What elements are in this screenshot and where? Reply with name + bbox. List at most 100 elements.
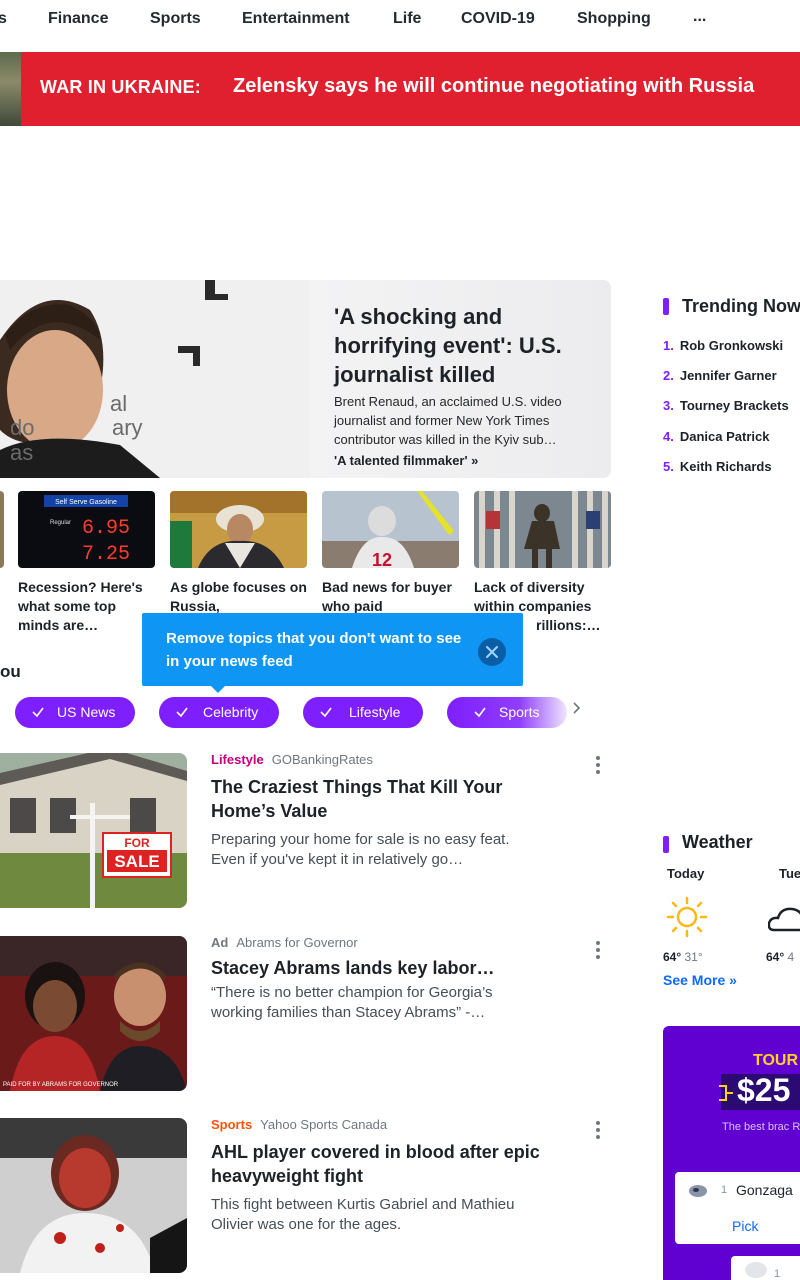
thumb-image-football[interactable]: 12 (322, 491, 459, 568)
trending-item[interactable]: 2. Jennifer Garner (663, 368, 777, 383)
tooltip-text: Remove topics that you don't want to see… (166, 630, 462, 670)
pill-label: Sports (499, 704, 540, 720)
hero-image[interactable]: al do ary as (0, 280, 310, 478)
nav-item-shopping[interactable]: Shopping (577, 10, 651, 28)
trending-item[interactable]: 4. Danica Patrick (663, 429, 769, 444)
pills-next-button[interactable] (571, 700, 583, 721)
thumb-image-fearless-girl[interactable] (474, 491, 611, 568)
banner-thumbnail[interactable] (0, 52, 21, 126)
bulldog-icon (689, 1185, 707, 1197)
trending-item-label: Keith Richards (679, 459, 772, 474)
stream-image-abrams[interactable]: PAID FOR BY ABRAMS FOR GOVERNOR (0, 936, 187, 1091)
stream-description: This fight between Kurtis Gabriel and Ma… (211, 1196, 515, 1233)
hero-story[interactable]: al do ary as 'A shocking and horrifying e… (0, 280, 611, 478)
gas-price-1: 6.95 (82, 517, 130, 540)
hero-text-panel: 'A shocking and horrifying event': U.S. … (310, 280, 611, 478)
nav-item-sports[interactable]: Sports (150, 10, 201, 28)
pill-label: US News (57, 704, 116, 720)
gas-price-2: 7.25 (82, 543, 130, 566)
stream-title[interactable]: Stacey Abrams lands key labor… (211, 956, 551, 980)
stream-source: Abrams for Governor (236, 935, 358, 950)
promo-next-card[interactable]: 1 (731, 1256, 800, 1280)
banner-headline[interactable]: Zelensky says he will continue negotiati… (233, 75, 754, 98)
svg-text:12: 12 (372, 550, 392, 568)
banner-label: WAR IN UKRAINE: (40, 77, 201, 97)
team-pick-button[interactable]: Pick (732, 1218, 758, 1234)
check-icon (31, 705, 45, 722)
trending-item[interactable]: 1. Rob Gronkowski (663, 338, 783, 353)
topic-pill-celebrity[interactable]: Celebrity (159, 697, 279, 728)
stream-meta: Lifestyle GOBankingRates (211, 752, 373, 767)
topic-pill-lifestyle[interactable]: Lifestyle (303, 697, 423, 728)
nav-item-covid[interactable]: COVID-19 (461, 10, 535, 28)
for-you-heading: ou (0, 662, 21, 681)
more-options-button[interactable] (592, 939, 604, 961)
check-icon (175, 705, 189, 722)
nav-more-button[interactable]: ... (693, 8, 706, 26)
team-logo-placeholder (745, 1262, 767, 1278)
chevron-right-icon (573, 702, 581, 714)
thumb-caption-recession[interactable]: Recession? Here's what some top minds ar… (18, 578, 158, 635)
more-options-button[interactable] (592, 754, 604, 776)
top-nav: s Finance Sports Entertainment Life COVI… (0, 0, 800, 40)
stream-image-hockey[interactable] (0, 1118, 187, 1273)
trending-accent-bar (663, 298, 669, 315)
weather-day-tue: Tue (779, 866, 800, 881)
thumb-image-gas-prices[interactable]: Self Serve Gasoline Regular 6.95 7.25 (18, 491, 155, 568)
stream-image-house[interactable]: FOR SALE (0, 753, 187, 908)
check-icon (319, 705, 333, 722)
temp-high: 64° (663, 950, 682, 964)
weather-temp-tue: 64° 4 (766, 950, 794, 964)
tooltip-close-button[interactable] (478, 638, 506, 666)
hero-photo: al do ary as (0, 280, 310, 478)
promo-title: TOUR (753, 1052, 799, 1069)
stream-source: GOBankingRates (271, 752, 373, 767)
trending-item-label: Jennifer Garner (679, 368, 777, 383)
thumb-caption-globe[interactable]: As globe focuses on Russia, (170, 578, 310, 616)
check-icon (473, 705, 487, 722)
close-icon (486, 646, 498, 658)
thumb-caption-buyer[interactable]: Bad news for buyer who paid (322, 578, 462, 616)
topic-pill-sports[interactable]: Sports (447, 697, 567, 728)
bracket-icon (719, 1085, 733, 1101)
stream-category[interactable]: Lifestyle (211, 752, 264, 767)
hero-title[interactable]: 'A shocking and horrifying event': U.S. … (334, 302, 599, 389)
weather-see-more-link[interactable]: See More » (663, 972, 737, 988)
promo-subtitle: The best brac R (722, 1121, 800, 1133)
stream-title[interactable]: AHL player covered in blood after epic h… (211, 1140, 551, 1188)
stream-title[interactable]: The Craziest Things That Kill Your Home’… (211, 775, 551, 823)
topics-tooltip: Remove topics that you don't want to see… (142, 613, 523, 686)
thumb-image-saudi-king[interactable] (170, 491, 307, 568)
sign-top-text: FOR (124, 836, 150, 850)
trending-item[interactable]: 5. Keith Richards (663, 459, 772, 474)
more-options-button[interactable] (592, 1119, 604, 1141)
stream-description: “There is no better champion for Georgia… (211, 984, 493, 1021)
image-caption: PAID FOR BY ABRAMS FOR GOVERNOR (3, 1082, 119, 1088)
trending-heading: Trending Now (682, 296, 800, 316)
temp-low: 31° (684, 950, 703, 964)
nav-item-entertainment[interactable]: Entertainment (242, 10, 350, 28)
team-name: Gonzaga (736, 1182, 793, 1198)
stream-category[interactable]: Sports (211, 1117, 252, 1132)
thumb-caption-diversity-tail: rillions:… (536, 617, 601, 633)
topic-pill-us-news[interactable]: US News (15, 697, 135, 728)
promo-team-card[interactable]: 1 Gonzaga Pick (675, 1172, 800, 1244)
gas-sign-regular: Regular (50, 520, 71, 526)
trending-item[interactable]: 3. Tourney Brackets (663, 398, 789, 413)
weather-accent-bar (663, 836, 669, 853)
thumb-caption-diversity[interactable]: Lack of diversity within companies (474, 578, 614, 616)
nav-item-news[interactable]: s (0, 10, 7, 28)
weather-day-today: Today (667, 866, 705, 881)
team-seed: 1 (774, 1268, 781, 1280)
thumb-image-partial[interactable] (0, 491, 4, 568)
nav-item-life[interactable]: Life (393, 10, 421, 28)
breaking-news-banner[interactable]: WAR IN UKRAINE: Zelensky says he will co… (21, 52, 800, 126)
nav-item-finance[interactable]: Finance (48, 10, 108, 28)
weather-heading: Weather (682, 832, 753, 852)
stream-description: Preparing your home for sale is no easy … (211, 831, 510, 868)
stream-source: Yahoo Sports Canada (260, 1117, 388, 1132)
hero-related-link[interactable]: 'A talented filmmaker' » (334, 453, 478, 468)
trending-item-label: Danica Patrick (679, 429, 770, 444)
tourney-promo[interactable]: TOUR $25 The best brac R 1 Gonzaga Pick … (663, 1026, 800, 1280)
trending-item-label: Tourney Brackets (679, 398, 789, 413)
